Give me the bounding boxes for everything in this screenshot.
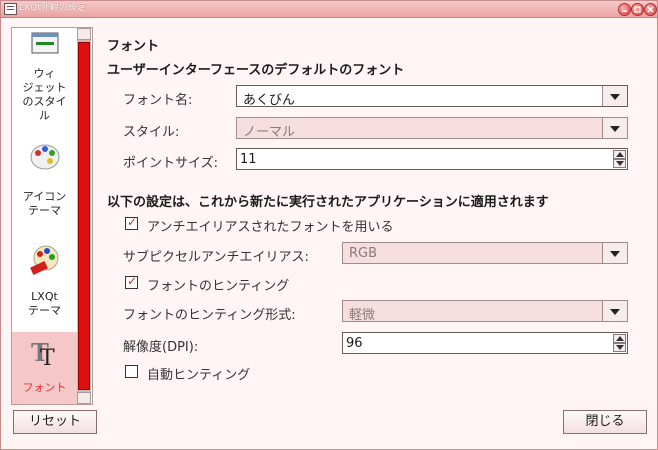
dpi-value: 96 xyxy=(346,336,363,351)
chevron-down-icon[interactable] xyxy=(602,301,627,321)
font-name-label: フォント名: xyxy=(123,93,193,108)
page-title: フォント xyxy=(107,39,160,54)
dpi-label: 解像度(DPI): xyxy=(123,340,199,355)
sidebar-item-label: ウィ xyxy=(33,67,56,80)
point-size-spinbox[interactable]: 11 xyxy=(236,148,628,170)
point-size-value: 11 xyxy=(240,152,257,167)
svg-text:T: T xyxy=(40,346,55,369)
scroll-thumb[interactable] xyxy=(78,42,90,390)
category-list[interactable]: ウィ ジェット のスタイ ル アイコン テーマ LXQt テーマ TT フォント xyxy=(11,27,93,405)
antialias-label: アンチエイリアスされたフォントを用いる xyxy=(147,220,394,235)
font-name-value: あくびん xyxy=(243,93,296,108)
palette-icon xyxy=(30,144,59,170)
scroll-down-button[interactable] xyxy=(77,392,91,404)
subpixel-label: サブピクセルアンチエイリアス: xyxy=(123,250,309,265)
autohint-checkbox[interactable] xyxy=(125,365,138,378)
sidebar-item-label: テーマ xyxy=(28,304,61,317)
subpixel-value: RGB xyxy=(349,246,378,261)
hinting-label: フォントのヒンティング xyxy=(147,279,290,294)
sidebar-item-widget-style[interactable]: ウィ ジェット のスタイ ル xyxy=(12,28,77,132)
chevron-down-icon[interactable] xyxy=(602,86,627,106)
sidebar-scrollbar[interactable] xyxy=(77,28,91,404)
sidebar-item-label: テーマ xyxy=(28,204,61,217)
chevron-down-icon[interactable] xyxy=(602,118,627,138)
app-icon xyxy=(4,3,17,15)
reset-button[interactable]: リセット xyxy=(13,410,97,434)
sidebar-item-icon-theme[interactable]: アイコン テーマ xyxy=(12,138,77,232)
ui-font-section-title: ユーザーインターフェースのデフォルトのフォント xyxy=(107,63,405,78)
hint-style-label: フォントのヒンティング形式: xyxy=(123,308,296,323)
spin-up-icon[interactable] xyxy=(613,150,626,159)
widget-style-icon xyxy=(31,32,58,54)
check-icon: ✓ xyxy=(127,215,138,229)
sidebar-item-label: LXQt xyxy=(31,290,58,303)
subpixel-combo[interactable]: RGB xyxy=(342,242,628,264)
scroll-up-button[interactable] xyxy=(77,28,91,40)
title-bar[interactable]: LXQt外観の設定 xyxy=(1,1,657,18)
hint-style-combo[interactable]: 軽微 xyxy=(342,300,628,323)
spin-down-icon[interactable] xyxy=(613,159,626,168)
font-style-combo[interactable]: ノーマル xyxy=(236,117,628,140)
sidebar-item-lxqt-theme[interactable]: LXQt テーマ xyxy=(12,240,77,332)
check-icon: ✓ xyxy=(127,274,138,288)
maximize-icon[interactable] xyxy=(631,3,644,16)
font-icon: TT xyxy=(31,338,55,371)
sidebar-item-label: ジェット xyxy=(22,81,67,94)
spin-up-icon[interactable] xyxy=(613,334,626,343)
apps-section-title: 以下の設定は、これから新たに実行されたアプリケーションに適用されます xyxy=(107,195,549,210)
close-button[interactable]: 閉じる xyxy=(563,410,647,434)
chevron-down-icon[interactable] xyxy=(602,243,627,263)
sidebar-item-label: フォント xyxy=(22,381,67,394)
sidebar-item-label: ル xyxy=(39,109,50,122)
autohint-label: 自動ヒンティング xyxy=(147,368,251,383)
window-title: LXQt外観の設定 xyxy=(19,3,86,13)
spin-down-icon[interactable] xyxy=(613,343,626,352)
minimize-icon[interactable] xyxy=(618,3,631,16)
style-label: スタイル: xyxy=(123,125,180,140)
sidebar-item-label: のスタイ xyxy=(22,95,67,108)
paint-icon xyxy=(29,245,58,276)
sidebar-item-fonts[interactable]: TT フォント xyxy=(12,332,77,404)
hinting-checkbox[interactable]: ✓ xyxy=(125,274,138,289)
sidebar-item-label: アイコン xyxy=(22,190,67,203)
point-size-label: ポイントサイズ: xyxy=(123,156,218,171)
settings-window: LXQt外観の設定 ウィ ジェット のスタイ ル アイコン テーマ LXQt テ… xyxy=(0,0,658,450)
font-style-value: ノーマル xyxy=(243,125,296,140)
close-icon[interactable] xyxy=(644,3,657,16)
hint-style-value: 軽微 xyxy=(349,308,376,323)
dpi-spinbox[interactable]: 96 xyxy=(342,332,628,354)
font-name-combo[interactable]: あくびん xyxy=(236,85,628,108)
antialias-checkbox[interactable]: ✓ xyxy=(125,215,138,230)
